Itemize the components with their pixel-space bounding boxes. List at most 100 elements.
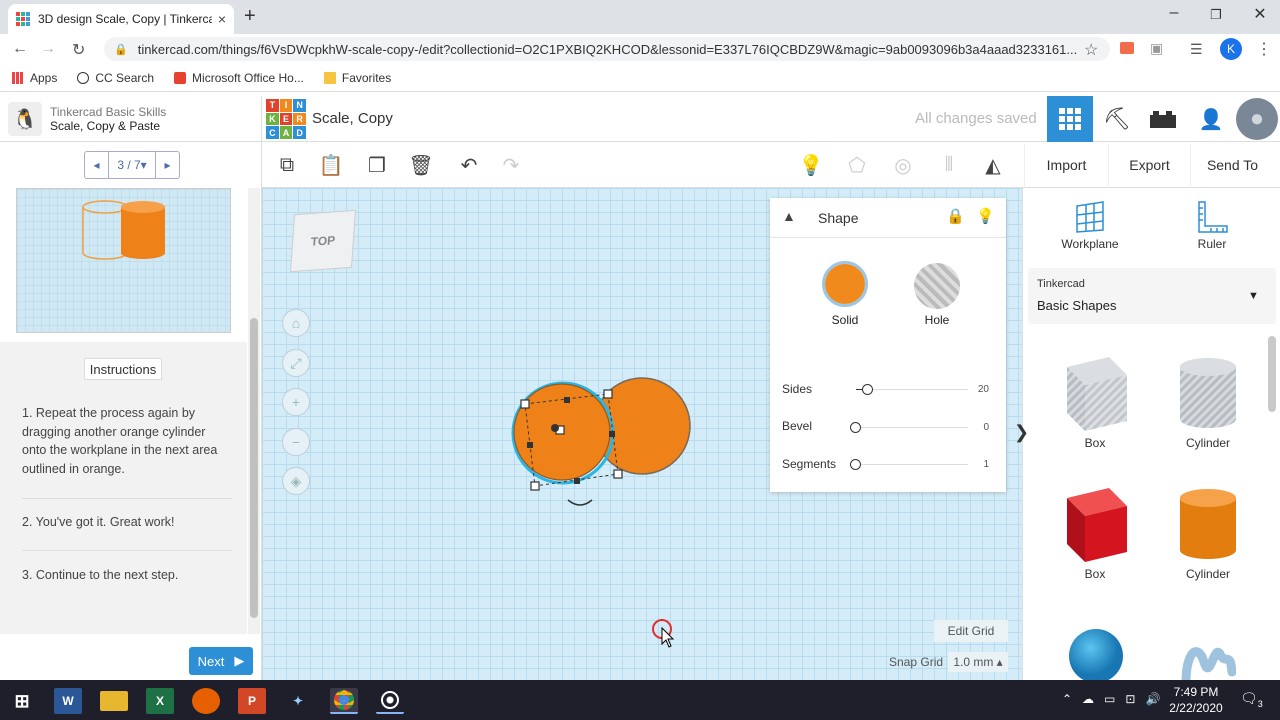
add-user-icon[interactable]: 👤 [1188,96,1234,142]
shape-cylinder[interactable]: Cylinder [1163,486,1253,581]
ruler-tool[interactable]: Ruler [1177,200,1247,251]
reading-list-icon[interactable]: ☰ [1190,41,1203,58]
app-icon[interactable]: ✦ [284,688,312,714]
ungroup-icon[interactable]: ◎ [888,150,918,180]
menu-dots-icon[interactable]: ⋮ [1256,39,1272,59]
lock-icon[interactable]: 🔒 [946,207,965,225]
reload-icon[interactable]: ↻ [72,40,85,60]
align-icon[interactable]: ⫴ [934,150,964,180]
segments-slider-knob[interactable] [850,459,861,470]
sides-slider-knob[interactable] [862,384,873,395]
sides-value[interactable]: 20 [975,384,989,395]
tinkercad-logo[interactable]: TIN KER CAD [266,99,306,139]
notification-icon[interactable]: 🗨3 [1240,690,1263,709]
segments-value[interactable]: 1 [975,459,989,470]
edge-handle[interactable] [527,442,533,448]
design-title[interactable]: Scale, Copy [312,110,393,127]
maximize-button[interactable]: ❐ [1196,7,1236,23]
back-arrow-icon[interactable]: ← [12,40,28,58]
firefox-icon[interactable] [192,688,220,714]
undo-icon[interactable]: ↶ [454,150,484,180]
pager-current[interactable]: 3 / 7▾ [109,158,155,172]
copy-icon[interactable]: ⧉ [272,150,302,180]
word-icon[interactable]: W [54,688,82,714]
mirror-icon[interactable]: ◭ [978,150,1008,180]
close-window-button[interactable]: ✕ [1240,4,1280,24]
perspective-icon[interactable]: ◈ [282,467,310,495]
tab-close-icon[interactable]: × [218,11,226,27]
fit-view-icon[interactable]: ⤢ [282,349,310,377]
group-icon[interactable]: ⬠ [842,150,872,180]
shape-sphere[interactable] [1068,628,1124,680]
user-avatar[interactable]: ● [1236,98,1278,140]
shape-box-hole[interactable]: Box [1050,355,1140,450]
browser-tab-active[interactable]: 3D design Scale, Copy | Tinkercad × [8,4,234,34]
shape-box[interactable]: Box [1050,486,1140,581]
bevel-slider-knob[interactable] [850,422,861,433]
resize-handle[interactable] [530,481,540,491]
url-field[interactable]: 🔒 tinkercad.com/things/f6VsDWcpkhW-scale… [104,37,1110,61]
chrome-icon[interactable] [330,688,358,714]
resize-handle[interactable] [520,399,530,409]
bookmark-apps[interactable]: Apps [12,71,57,85]
pager-next-icon[interactable]: ▸ [156,158,179,172]
lightbulb-icon[interactable]: 💡 [976,207,995,225]
edge-handle[interactable] [564,397,570,403]
home-view-icon[interactable]: ⌂ [282,309,310,337]
edit-grid-button[interactable]: Edit Grid [934,620,1008,642]
codeblocks-pickaxe-icon[interactable]: ⛏ [1094,96,1140,142]
delete-trash-icon[interactable]: 🗑 [406,150,436,180]
rotate-arrow-icon[interactable] [567,499,593,506]
lightbulb-icon[interactable]: 💡 [796,150,826,180]
step-pager[interactable]: ◂ 3 / 7▾ ▸ [84,151,180,179]
powerpoint-icon[interactable]: P [238,688,266,714]
recorder-icon[interactable] [376,688,404,714]
minimize-button[interactable]: – [1154,4,1194,22]
workplane-tool[interactable]: Workplane [1055,200,1125,251]
3d-view-grid-button[interactable] [1047,96,1093,142]
shapes-scrollbar[interactable] [1268,336,1276,412]
hole-swatch[interactable] [914,263,960,309]
excel-icon[interactable]: X [146,688,174,714]
profile-avatar[interactable]: K [1220,38,1242,60]
extension-icon-2[interactable]: ▣ [1150,40,1163,57]
solid-color-swatch[interactable] [822,261,868,307]
paste-icon[interactable]: 📋 [316,150,346,180]
bookmark-favorites[interactable]: Favorites [323,71,391,85]
zoom-in-icon[interactable]: + [282,388,310,416]
shape-cylinder-hole[interactable]: Cylinder [1163,355,1253,450]
bevel-slider-track[interactable] [856,427,968,428]
height-handle[interactable] [551,424,559,432]
forward-arrow-icon[interactable]: → [40,40,56,58]
duplicate-icon[interactable]: ❐ [362,150,392,180]
lesson-scrollbar[interactable] [248,188,260,634]
resize-handle[interactable] [603,389,613,399]
edge-handle[interactable] [609,431,615,437]
resize-handle[interactable] [613,469,623,479]
segments-slider-track[interactable] [856,464,968,465]
collapse-up-icon[interactable]: ▲ [782,208,796,224]
import-button[interactable]: Import [1024,144,1108,186]
bookmark-cc-search[interactable]: CC Search [77,71,154,85]
bevel-value[interactable]: 0 [975,422,989,433]
send-to-button[interactable]: Send To [1190,144,1274,186]
edge-handle[interactable] [574,478,580,484]
pager-prev-icon[interactable]: ◂ [85,158,108,172]
bookmark-star-icon[interactable]: ☆ [1084,40,1098,60]
system-tray-icons[interactable]: ⌃☁▭⊡🔊 [1062,692,1170,706]
export-button[interactable]: Export [1108,144,1190,186]
zoom-out-icon[interactable]: − [282,428,310,456]
bookmark-office[interactable]: Microsoft Office Ho... [174,71,304,85]
next-step-button[interactable]: Next ▶ [189,647,253,675]
taskbar-clock[interactable]: 7:49 PM 2/22/2020 [1164,684,1228,716]
redo-icon[interactable]: ↷ [496,150,526,180]
new-tab-button[interactable]: + [244,5,256,28]
file-explorer-icon[interactable] [100,691,128,711]
panel-collapse-chevron-icon[interactable]: ❯ [1014,422,1029,450]
shape-library-select[interactable]: Tinkercad Basic Shapes ▼ [1028,268,1276,324]
view-cube[interactable]: TOP [289,209,357,273]
shape-scribble[interactable] [1180,632,1236,680]
windows-start-icon[interactable]: ⊞ [8,688,36,714]
snap-grid-select[interactable]: 1.0 mm ▴ [948,652,1008,672]
bricks-icon[interactable] [1140,96,1186,142]
